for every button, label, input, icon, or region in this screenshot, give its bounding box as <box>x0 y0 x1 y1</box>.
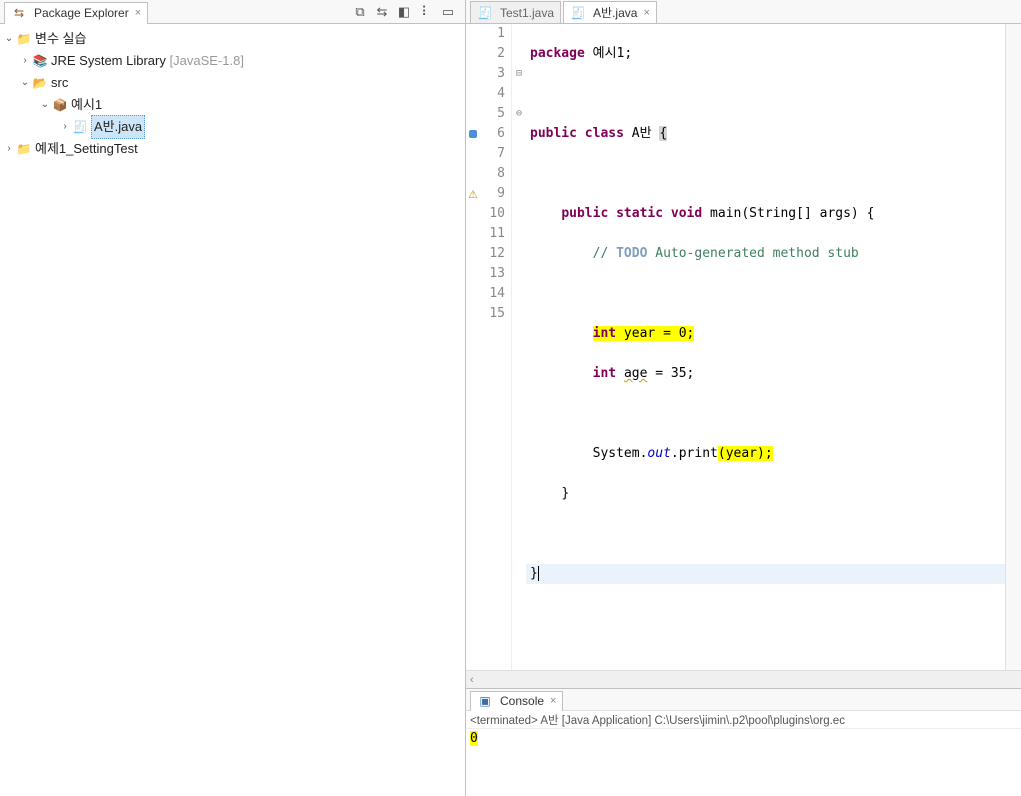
twisty-icon[interactable]: › <box>58 116 72 138</box>
library-icon: 📚 <box>32 53 48 69</box>
editor-tab-bar: 🧾 Test1.java 🧾 A반.java × <box>466 0 1021 24</box>
editor-horizontal-scrollbar[interactable]: ‹ <box>466 670 1021 688</box>
project2-name: 예제1_SettingTest <box>35 138 138 160</box>
console-icon: ▣ <box>477 693 493 709</box>
tree-project-2[interactable]: › 📁 예제1_SettingTest <box>2 138 463 160</box>
console-output[interactable]: 0 <box>466 729 1021 796</box>
package-explorer-header: ⇆ Package Explorer × ⧉ ⇆ ◧ ⠇ ▭ <box>0 0 465 24</box>
package-explorer-icon: ⇆ <box>11 5 27 21</box>
package-label: 예시1 <box>71 94 102 116</box>
quickfix-marker-icon[interactable] <box>469 130 477 138</box>
java-file-icon: 🧾 <box>72 119 88 135</box>
console-panel: ▣ Console × <terminated> A반 [Java Applic… <box>466 688 1021 796</box>
explorer-toolbar: ⧉ ⇆ ◧ ⠇ ▭ <box>353 5 461 19</box>
console-header: ▣ Console × <box>466 689 1021 711</box>
project-tree[interactable]: ⌄ 📁 변수 실습 › 📚 JRE System Library [JavaSE… <box>0 24 465 796</box>
marker-column: ⚠ <box>466 24 480 670</box>
editor-tab-aban[interactable]: 🧾 A반.java × <box>563 1 657 23</box>
minimize-icon[interactable]: ▭ <box>441 5 455 19</box>
java-file-icon: 🧾 <box>570 5 586 21</box>
link-editor-icon[interactable]: ⇆ <box>375 5 389 19</box>
console-title: Console <box>500 694 544 708</box>
fold-toggle-icon[interactable]: ⊟ <box>512 64 526 84</box>
twisty-icon[interactable]: ⌄ <box>2 28 16 50</box>
twisty-icon[interactable]: ⌄ <box>18 72 32 94</box>
project-name: 변수 실습 <box>35 28 86 50</box>
console-tab[interactable]: ▣ Console × <box>470 691 563 711</box>
tree-jre[interactable]: › 📚 JRE System Library [JavaSE-1.8] <box>2 50 463 72</box>
src-label: src <box>51 72 68 94</box>
package-explorer-tab[interactable]: ⇆ Package Explorer × <box>4 2 148 24</box>
right-panel: 🧾 Test1.java 🧾 A반.java × ⚠ 1 2 3 4 5 6 7 <box>466 0 1021 796</box>
package-explorer-title: Package Explorer <box>34 6 129 20</box>
overview-ruler[interactable] <box>1005 24 1021 670</box>
console-status-text: A반 [Java Application] C:\Users\jimin\.p2… <box>538 715 845 727</box>
tree-java-file[interactable]: › 🧾 A반.java <box>2 116 463 138</box>
tree-project-1[interactable]: ⌄ 📁 변수 실습 <box>2 28 463 50</box>
close-icon[interactable]: × <box>550 695 556 707</box>
java-file-label: A반.java <box>91 115 145 139</box>
source-folder-icon: 📂 <box>32 75 48 91</box>
twisty-icon[interactable]: › <box>2 138 16 160</box>
collapse-all-icon[interactable]: ⧉ <box>353 5 367 19</box>
text-cursor <box>538 566 539 581</box>
tree-src[interactable]: ⌄ 📂 src <box>2 72 463 94</box>
twisty-icon[interactable]: ⌄ <box>38 94 52 116</box>
package-explorer-panel: ⇆ Package Explorer × ⧉ ⇆ ◧ ⠇ ▭ ⌄ 📁 변수 실습… <box>0 0 466 796</box>
scroll-left-icon[interactable]: ‹ <box>470 674 474 686</box>
tab-label: Test1.java <box>500 6 554 20</box>
console-output-text: 0 <box>470 731 478 746</box>
java-file-icon: 🧾 <box>477 5 493 21</box>
folding-gutter: ⊟ ⊖ <box>512 24 526 670</box>
twisty-icon[interactable]: › <box>18 50 32 72</box>
warning-marker-icon[interactable]: ⚠ <box>466 185 480 205</box>
code-area[interactable]: package 예시1; public class A반 { public st… <box>526 24 1005 670</box>
editor-area[interactable]: ⚠ 1 2 3 4 5 6 7 8 9 10 11 12 13 14 15 ⊟ … <box>466 24 1021 670</box>
tree-package[interactable]: ⌄ 📦 예시1 <box>2 94 463 116</box>
console-status-bar: <terminated> A반 [Java Application] C:\Us… <box>466 711 1021 729</box>
tab-label: A반.java <box>593 4 637 21</box>
focus-icon[interactable]: ◧ <box>397 5 411 19</box>
fold-toggle-icon[interactable]: ⊖ <box>512 104 526 124</box>
jre-env: [JavaSE-1.8] <box>170 50 244 72</box>
close-icon[interactable]: × <box>135 7 141 19</box>
jre-label: JRE System Library <box>51 50 166 72</box>
console-terminated-label: <terminated> <box>470 715 538 727</box>
line-number-gutter: 1 2 3 4 5 6 7 8 9 10 11 12 13 14 15 <box>480 24 512 670</box>
package-icon: 📦 <box>52 97 68 113</box>
editor-tab-test1[interactable]: 🧾 Test1.java <box>470 1 561 23</box>
project-icon: 📁 <box>16 141 32 157</box>
project-icon: 📁 <box>16 31 32 47</box>
close-icon[interactable]: × <box>643 7 649 19</box>
view-menu-icon[interactable]: ⠇ <box>419 5 433 19</box>
